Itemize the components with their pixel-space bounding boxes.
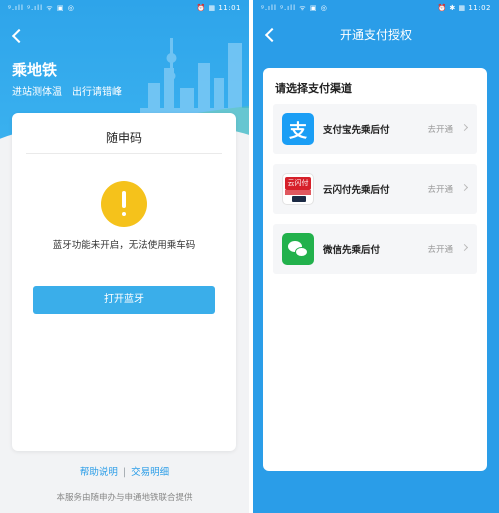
bluetooth-warning-text: 蓝牙功能未开启，无法使用乘车码 <box>52 240 196 251</box>
nav-title: 开通支付授权 <box>339 28 412 42</box>
back-icon[interactable] <box>10 28 26 44</box>
channel-item-alipay[interactable]: 支 支付宝先乘后付 去开通 <box>273 104 477 154</box>
transactions-link[interactable]: 交易明细 <box>131 467 169 478</box>
service-note: 本服务由随申办与申通地铁联合提供 <box>56 493 193 503</box>
alipay-icon: 支 <box>282 113 314 145</box>
chevron-right-icon <box>460 243 469 252</box>
help-link[interactable]: 帮助说明 <box>80 467 118 478</box>
ride-code-card: 随申码 蓝牙功能未开启，无法使用乘车码 打开蓝牙 <box>12 113 236 451</box>
wechat-icon <box>282 233 314 265</box>
left-screen: ᵍ.ıll ᵍ.ıll ᯤ ▣ ◎ ⏰ ▦ 11:01 乘地铁 进站测体温 出行… <box>0 0 249 513</box>
link-separator: | <box>122 467 127 478</box>
channel-label: 微信先乘后付 <box>323 245 381 256</box>
activate-text: 去开通 <box>427 185 453 195</box>
chevron-right-icon <box>460 183 469 192</box>
page-title: 乘地铁 <box>12 61 58 79</box>
chevron-right-icon <box>460 123 469 132</box>
open-bluetooth-button[interactable]: 打开蓝牙 <box>33 286 215 314</box>
status-bar: ᵍ.ıll ᵍ.ıll ᯤ ▣ ◎ ⏰ ✱ ▦ 11:02 <box>253 0 499 16</box>
unionpay-icon: 云闪付 <box>282 173 314 205</box>
nav-bar: 开通支付授权 <box>253 16 499 54</box>
card-title: 随申码 <box>105 131 142 145</box>
channel-label: 支付宝先乘后付 <box>323 125 390 136</box>
channel-label: 云闪付先乘后付 <box>323 185 390 196</box>
status-time: ⏰ ▦ 11:01 <box>196 4 241 12</box>
page-subtitle: 进站测体温 出行请错峰 <box>12 87 122 98</box>
activate-text: 去开通 <box>427 125 453 135</box>
signal-icons: ᵍ.ıll ᵍ.ıll ᯤ ▣ ◎ <box>261 4 328 12</box>
activate-text: 去开通 <box>427 245 453 255</box>
card-divider <box>26 153 222 154</box>
channel-item-unionpay[interactable]: 云闪付 云闪付先乘后付 去开通 <box>273 164 477 214</box>
warning-icon <box>101 181 147 227</box>
status-time: ⏰ ✱ ▦ 11:02 <box>437 4 491 12</box>
signal-icons: ᵍ.ıll ᵍ.ıll ᯤ ▣ ◎ <box>8 4 75 12</box>
right-screen: ᵍ.ıll ᵍ.ıll ᯤ ▣ ◎ ⏰ ✱ ▦ 11:02 开通支付授权 请选择… <box>253 0 499 513</box>
channel-item-wechat[interactable]: 微信先乘后付 去开通 <box>273 224 477 274</box>
payment-channel-card: 请选择支付渠道 支 支付宝先乘后付 去开通 云闪付 云闪付先乘后付 去开通 微信… <box>263 68 487 471</box>
footer-links: 帮助说明 | 交易明细 <box>0 464 249 478</box>
status-bar: ᵍ.ıll ᵍ.ıll ᯤ ▣ ◎ ⏰ ▦ 11:01 <box>0 0 249 16</box>
channel-heading: 请选择支付渠道 <box>275 82 352 95</box>
